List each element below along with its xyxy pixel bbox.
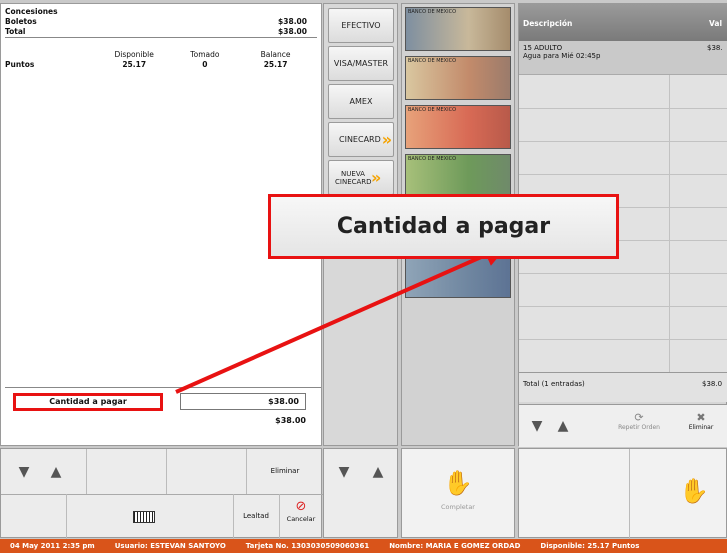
eliminar-button[interactable]: Eliminar — [247, 467, 323, 475]
chevron-down-icon[interactable]: ▼ — [9, 459, 39, 485]
cinecard-label: CINECARD — [339, 135, 381, 144]
puntos-disponible: 25.17 — [122, 60, 147, 69]
cancelar-button[interactable]: ⊘ Cancelar — [280, 499, 322, 537]
chevron-up-icon[interactable]: ▲ — [41, 459, 71, 485]
order-actions: ▼ ▲ ⟳ Repetir Orden ✖ Eliminar — [519, 404, 727, 447]
banknote-label: BANCO DE MEXICO — [408, 156, 457, 162]
cinecard-button[interactable]: CINECARD » — [328, 122, 394, 157]
order-row-selected[interactable]: 15 ADULTO Agua para Mié 02:45p $38. — [519, 41, 727, 75]
hand-tap-icon[interactable]: ✋ — [679, 477, 709, 505]
puntos-label: Puntos — [5, 60, 35, 69]
second-amount: $38.00 — [275, 416, 306, 425]
order-total-value: $38.0 — [702, 380, 723, 388]
efectivo-button[interactable]: EFECTIVO — [328, 8, 394, 43]
banknote-label: BANCO DE MEXICO — [408, 107, 457, 113]
banknote-label: BANCO DE MEXICO — [408, 9, 457, 15]
amex-button[interactable]: AMEX — [328, 84, 394, 119]
cantidad-label: Cantidad a pagar — [13, 393, 163, 411]
delete-x-icon: ✖ — [696, 411, 706, 424]
chevron-up-icon[interactable]: ▲ — [364, 459, 392, 485]
puntos-balance: 25.17 — [263, 60, 288, 69]
puntos-tomado: 0 — [202, 60, 208, 69]
order-item-value: $38. — [707, 44, 723, 52]
chevron-up-icon[interactable]: ▲ — [551, 413, 575, 439]
callout-text: Cantidad a pagar — [336, 214, 551, 239]
order-item-title: 15 ADULTO — [523, 44, 563, 52]
col-descripcion: Descripción — [523, 19, 573, 28]
cancelar-label: Cancelar — [286, 515, 316, 523]
nueva-cinecard-label: NUEVA CINECARD — [335, 169, 372, 186]
banknote-200[interactable]: BANCO DE MEXICO — [405, 56, 511, 100]
visa-master-button[interactable]: VISA/MASTER — [328, 46, 394, 81]
callout-box: Cantidad a pagar — [268, 194, 619, 259]
banknote-100[interactable]: BANCO DE MEXICO — [405, 105, 511, 149]
chevron-down-icon[interactable]: ▼ — [330, 459, 358, 485]
boletos-value: $38.00 — [278, 17, 307, 26]
boletos-label: Boletos — [5, 17, 37, 26]
bottom-right-panel: ✋ — [518, 448, 727, 539]
order-total-row: Total (1 entradas) $38.0 — [519, 372, 727, 402]
col-valor: Val — [709, 19, 723, 28]
lealtad-button[interactable]: Lealtad — [233, 512, 279, 520]
chevron-right-icon: » — [381, 130, 393, 149]
chevron-right-icon: » — [371, 168, 382, 187]
concesiones-label: Concesiones — [5, 7, 58, 16]
chevron-down-icon[interactable]: ▼ — [525, 413, 549, 439]
nueva-cinecard-button[interactable]: NUEVA CINECARD » — [328, 160, 394, 195]
banknote-label: BANCO DE MEXICO — [408, 58, 457, 64]
status-date: 04 May 2011 2:35 pm — [10, 542, 95, 550]
order-header: Descripción Val — [519, 4, 727, 41]
status-usuario: Usuario: ESTEVAN SANTOYO — [114, 542, 226, 550]
eliminar-order-label: Eliminar — [688, 424, 714, 431]
repetir-orden-button[interactable]: ⟳ Repetir Orden — [611, 411, 667, 443]
total-label: Total — [5, 27, 26, 36]
order-item-sub: Agua para Mié 02:45p — [523, 52, 601, 60]
completar-button[interactable]: ✋ Completar — [401, 448, 515, 538]
cancel-icon: ⊘ — [295, 499, 307, 514]
status-nombre: Nombre: MARIA E GOMEZ ORDAD — [389, 542, 521, 550]
barcode-icon — [133, 511, 155, 523]
status-tarjeta: Tarjeta No. 1303030509060361 — [245, 542, 370, 550]
col-balance: Balance — [260, 50, 291, 59]
hand-tap-icon: ✋ — [443, 469, 473, 497]
bottom-left-controls: ▼ ▲ Eliminar Lealtad ⊘ Cancelar — [0, 448, 323, 539]
eliminar-order-button[interactable]: ✖ Eliminar — [679, 411, 723, 443]
status-bar: 04 May 2011 2:35 pm Usuario: ESTEVAN SAN… — [0, 539, 727, 553]
banknote-50[interactable]: BANCO DE MEXICO — [405, 154, 511, 198]
completar-label: Completar — [441, 503, 475, 511]
cantidad-row: Cantidad a pagar $38.00 — [5, 387, 321, 411]
col-disponible: Disponible — [114, 50, 154, 59]
bottom-middle-arrows: ▼ ▲ — [323, 448, 398, 538]
col-tomado: Tomado — [190, 50, 220, 59]
banknote-500[interactable]: BANCO DE MEXICO — [405, 7, 511, 51]
status-disponible: Disponible: 25.17 Puntos — [540, 542, 640, 550]
repetir-orden-label: Repetir Orden — [618, 424, 660, 431]
repeat-icon: ⟳ — [634, 411, 644, 424]
total-value: $38.00 — [278, 27, 307, 36]
barcode-button[interactable] — [126, 507, 162, 527]
cantidad-input[interactable]: $38.00 — [180, 393, 306, 410]
order-total-label: Total (1 entradas) — [523, 380, 585, 388]
